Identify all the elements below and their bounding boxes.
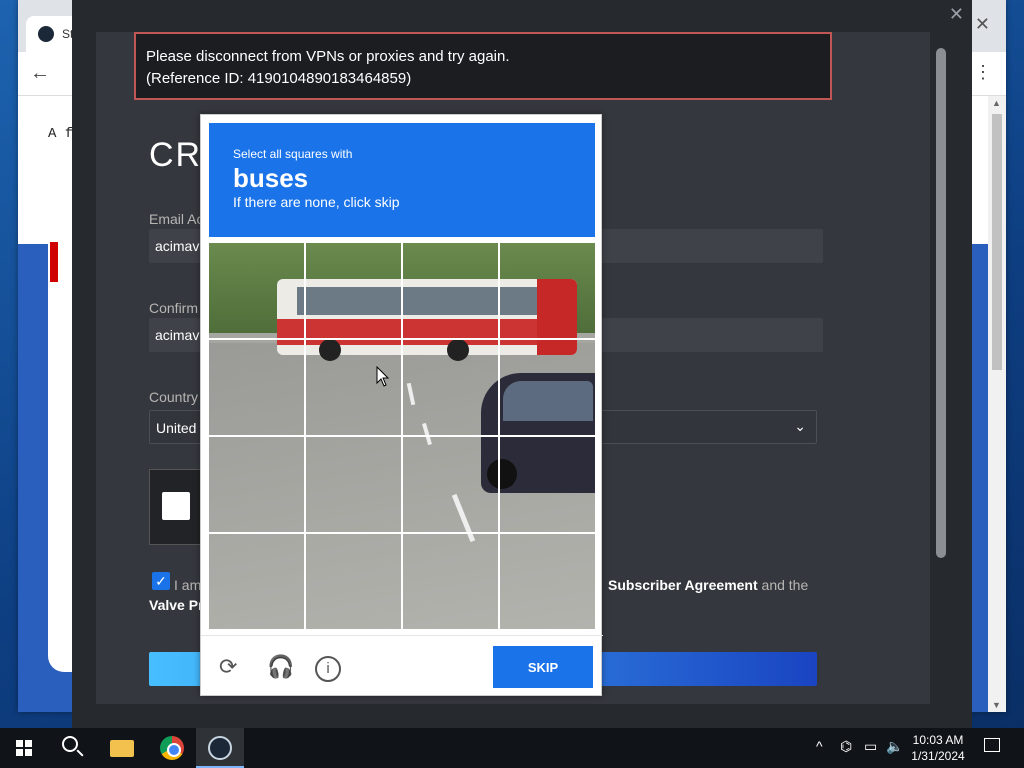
network-icon[interactable]: ⌬	[840, 738, 852, 755]
search-button[interactable]	[48, 728, 96, 768]
grid-tile[interactable]	[209, 437, 304, 532]
grid-tile[interactable]	[403, 243, 498, 338]
challenge-target: buses	[233, 163, 309, 193]
info-icon[interactable]: i	[315, 656, 341, 682]
steam-favicon-icon	[38, 26, 54, 42]
grid-tile[interactable]	[403, 534, 498, 629]
notification-icon[interactable]	[984, 738, 1000, 752]
grid-tile[interactable]	[209, 534, 304, 629]
scroll-up-icon[interactable]: ▲	[992, 98, 1001, 108]
clock-date: 1/31/2024	[911, 749, 965, 763]
error-banner: Please disconnect from VPNs or proxies a…	[134, 32, 832, 100]
country-value: United	[156, 420, 197, 436]
refresh-icon[interactable]: ⟳	[219, 654, 237, 680]
scrollbar-thumb[interactable]	[992, 114, 1002, 370]
subscriber-agreement-link[interactable]: Subscriber Agreement	[608, 577, 758, 593]
grid-tile[interactable]	[403, 340, 498, 435]
challenge-footer: ⟳ 🎧 i SKIP	[201, 635, 603, 697]
privacy-policy-link[interactable]: Valve Pr	[149, 597, 204, 613]
chrome-icon	[160, 736, 184, 760]
back-arrow-icon[interactable]: ←	[30, 62, 50, 85]
agree-checkbox[interactable]: ✓	[152, 572, 170, 590]
challenge-instruction: Select all squares with	[233, 147, 353, 161]
clock-time: 10:03 AM	[912, 733, 964, 747]
grid-tile[interactable]	[500, 340, 595, 435]
challenge-image-grid	[209, 243, 595, 629]
taskbar: ^ ⌬ ▭ 🔈 10:03 AM 1/31/2024	[0, 728, 1024, 768]
chevron-down-icon: ⌄	[794, 418, 806, 434]
grid-tile[interactable]	[500, 243, 595, 338]
skip-button[interactable]: SKIP	[493, 646, 593, 688]
country-label: Country	[149, 389, 199, 405]
captcha-widget	[149, 469, 205, 545]
grid-tile[interactable]	[209, 340, 304, 435]
modal-scrollbar[interactable]	[936, 48, 946, 558]
agree-text: I am	[174, 577, 202, 593]
more-menu-icon[interactable]: ⋮	[974, 62, 992, 83]
error-reference-id: (Reference ID: 4190104890183464859)	[146, 70, 412, 87]
challenge-hint: If there are none, click skip	[233, 194, 400, 210]
display-icon[interactable]: ▭	[864, 738, 877, 755]
page-card-accent	[50, 242, 58, 282]
captcha-checkbox[interactable]	[162, 492, 190, 520]
agree-and-text: and the	[761, 577, 809, 593]
email-label: Email Ac	[149, 211, 204, 227]
agree-text-end: Subscriber Agreement and the	[608, 577, 808, 593]
tray-chevron-icon[interactable]: ^	[816, 738, 823, 754]
start-button[interactable]	[0, 728, 48, 768]
file-explorer-button[interactable]	[98, 728, 146, 768]
error-message: Please disconnect from VPNs or proxies a…	[146, 48, 510, 65]
challenge-header: Select all squares with buses If there a…	[209, 123, 595, 237]
grid-tile[interactable]	[306, 243, 401, 338]
grid-tile[interactable]	[306, 437, 401, 532]
browser-scrollbar[interactable]: ▲ ▼	[988, 96, 1006, 712]
audio-challenge-icon[interactable]: 🎧	[267, 654, 294, 680]
captcha-challenge: Select all squares with buses If there a…	[200, 114, 603, 697]
modal-close-icon[interactable]: ✕	[949, 4, 964, 25]
grid-tile[interactable]	[500, 437, 595, 532]
windows-logo-icon	[16, 740, 32, 756]
grid-tile[interactable]	[306, 534, 401, 629]
grid-tile[interactable]	[209, 243, 304, 338]
page-text: A f	[48, 126, 74, 142]
chrome-button[interactable]	[148, 728, 196, 768]
search-icon	[62, 736, 78, 752]
grid-tile[interactable]	[403, 437, 498, 532]
scroll-down-icon[interactable]: ▼	[992, 700, 1001, 710]
steam-icon	[208, 736, 232, 760]
window-close-icon[interactable]: ✕	[975, 14, 990, 35]
folder-icon	[110, 740, 134, 757]
grid-tile[interactable]	[500, 534, 595, 629]
taskbar-clock[interactable]: 10:03 AM 1/31/2024	[904, 732, 972, 764]
steam-button[interactable]	[196, 728, 244, 768]
mouse-cursor-icon	[376, 366, 390, 387]
confirm-email-label: Confirm	[149, 300, 199, 316]
volume-muted-icon[interactable]: 🔈	[886, 738, 903, 755]
